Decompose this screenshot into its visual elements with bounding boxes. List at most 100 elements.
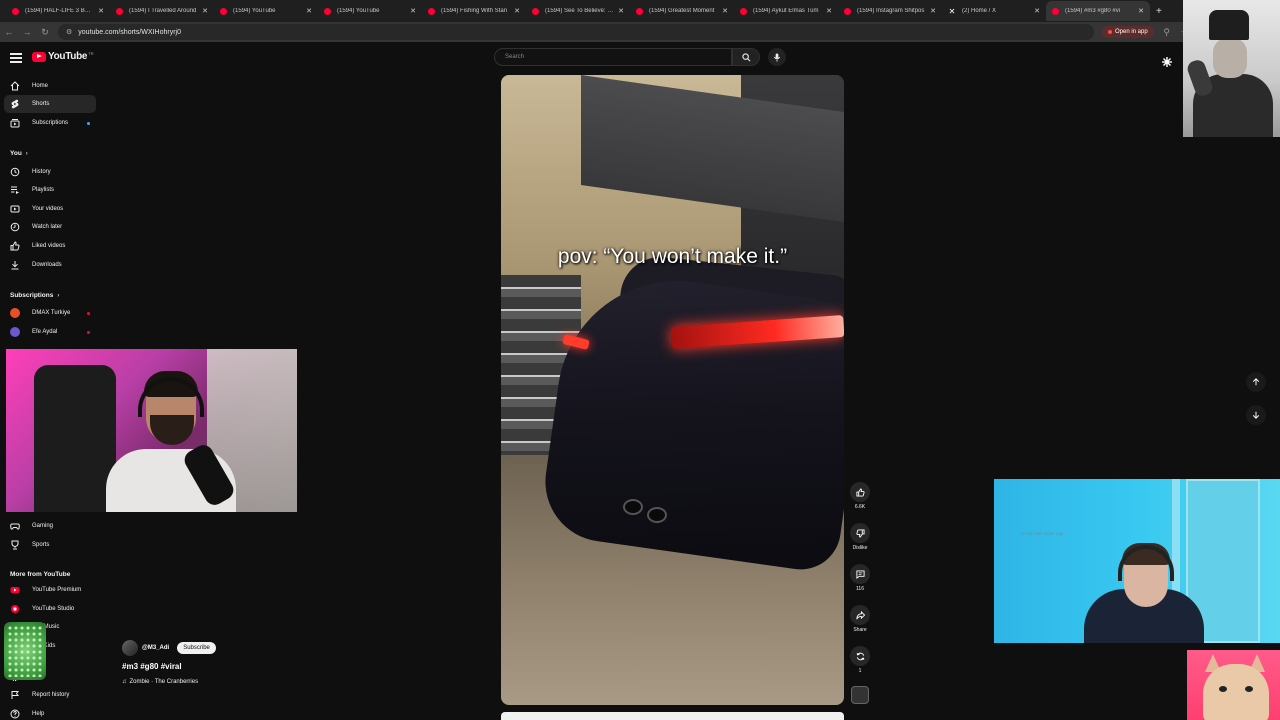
search-button[interactable]: [732, 48, 760, 66]
sidebar-item-help[interactable]: Help: [4, 705, 96, 720]
sidebar-item-youtube-premium[interactable]: YouTube Premium: [4, 581, 96, 599]
open-in-app-button[interactable]: Open in app: [1102, 26, 1154, 38]
close-tab-icon[interactable]: ✕: [1034, 7, 1040, 15]
address-bar[interactable]: ⚙ youtube.com/shorts/WXIHohryrj0: [58, 24, 1094, 40]
search-tab-icon[interactable]: ⚲: [1158, 27, 1176, 38]
browser-tab[interactable]: (1594) See To Believe: De ✕: [526, 1, 630, 21]
browser-tab-label: (1594) YouTube: [337, 8, 380, 14]
sidebar-item-label: Home: [32, 83, 49, 89]
close-tab-icon[interactable]: ✕: [98, 7, 104, 15]
sidebar-item-label: Sports: [32, 542, 50, 548]
browser-tab-label: (1594) I Travelled Around: [129, 8, 197, 14]
sidebar-item-youtube-studio[interactable]: YouTube Studio: [4, 600, 96, 618]
sidebar-channel-dmax[interactable]: DMAX Turkiye: [4, 304, 96, 322]
browser-tab[interactable]: ✕ (2) Home / X ✕: [942, 1, 1046, 21]
close-tab-icon[interactable]: ✕: [930, 7, 936, 15]
close-tab-icon[interactable]: ✕: [202, 7, 208, 15]
youtube-header: YouTube TR Search: [0, 42, 1280, 74]
sidebar-item-shorts[interactable]: Shorts: [4, 95, 96, 113]
voice-search-button[interactable]: [768, 48, 786, 66]
subscriptions-heading-text: Subscriptions: [10, 292, 54, 299]
search-input[interactable]: Search: [494, 48, 732, 66]
next-short-button[interactable]: [1246, 405, 1266, 425]
browser-tab[interactable]: (1594) #m3 #g80 #vi ✕: [1046, 1, 1150, 21]
comments-button[interactable]: 116: [848, 564, 872, 592]
sidebar-item-report-history[interactable]: Report history: [4, 686, 96, 704]
close-tab-icon[interactable]: ✕: [722, 7, 728, 15]
dislike-label: Dislike: [852, 545, 868, 551]
close-tab-icon[interactable]: ✕: [410, 7, 416, 15]
browser-tab[interactable]: (1594) HALF-LIFE 3 BU Ç ✕: [6, 1, 110, 21]
channel-handle[interactable]: @M3_Adi: [142, 645, 169, 651]
new-tab-icon[interactable]: +: [1156, 6, 1162, 17]
sidebar-you-heading[interactable]: You ›: [10, 150, 28, 157]
remix-button[interactable]: 1: [848, 646, 872, 674]
sidebar-item-home[interactable]: Home: [4, 77, 96, 95]
short-title[interactable]: #m3 #g80 #viral: [122, 662, 216, 671]
sidebar-item-liked-videos[interactable]: Liked videos: [4, 237, 96, 255]
close-tab-icon[interactable]: ✕: [514, 7, 520, 15]
share-button[interactable]: Share: [848, 605, 872, 633]
close-tab-icon[interactable]: ✕: [826, 7, 832, 15]
forward-icon[interactable]: →: [18, 27, 36, 37]
youtube-logo[interactable]: YouTube TR: [32, 51, 94, 62]
close-tab-icon[interactable]: ✕: [1138, 7, 1144, 15]
close-tab-icon[interactable]: ✕: [306, 7, 312, 15]
sidebar-item-downloads[interactable]: Downloads: [4, 256, 96, 274]
sidebar-item-your-videos[interactable]: Your videos: [4, 200, 96, 218]
sidebar-item-history[interactable]: History: [4, 163, 96, 181]
browser-tab[interactable]: (1594) Fishing With Stan ✕: [422, 1, 526, 21]
chevron-right-icon: ›: [25, 150, 28, 157]
browser-tab-label: (1594) Greatest Moment: [649, 8, 715, 14]
short-channel-info: @M3_Adi Subscribe #m3 #g80 #viral ♫ Zomb…: [122, 640, 216, 685]
previous-short-button[interactable]: [1246, 372, 1266, 392]
subscribe-button[interactable]: Subscribe: [177, 642, 216, 654]
youtube-favicon-icon: [116, 7, 123, 15]
browser-tab[interactable]: (1594) Aykut Elmas Tüm ✕: [734, 1, 838, 21]
browser-tab-label: (1594) See To Believe: De: [545, 8, 615, 14]
browser-tab[interactable]: (1594) YouTube ✕: [214, 1, 318, 21]
logo-country: TR: [88, 51, 94, 56]
browser-tab[interactable]: (1594) Greatest Moment ✕: [630, 1, 734, 21]
sidebar-item-watch-later[interactable]: Watch later: [4, 218, 96, 236]
browser-tab-label: (2) Home / X: [962, 8, 997, 14]
browser-tab[interactable]: (1594) Instagram Shitpos ✕: [838, 1, 942, 21]
close-tab-icon[interactable]: ✕: [618, 7, 624, 15]
browser-tab[interactable]: (1594) YouTube ✕: [318, 1, 422, 21]
sidebar-item-gaming[interactable]: Gaming: [4, 517, 96, 535]
watch-later-icon: [10, 222, 20, 232]
channel-avatar[interactable]: [122, 640, 138, 656]
browser-tab-label: (1594) Instagram Shitpos: [857, 8, 925, 14]
sidebar-item-subscriptions[interactable]: Subscriptions: [4, 114, 96, 132]
youtube-favicon-icon: [428, 7, 435, 15]
help-icon: [10, 709, 20, 719]
chevron-right-icon: ›: [57, 292, 60, 299]
mic-icon: [773, 52, 781, 62]
sidebar-subscriptions-heading[interactable]: Subscriptions ›: [10, 292, 59, 299]
reload-icon[interactable]: ↻: [36, 27, 54, 38]
video-progress-bar[interactable]: [501, 712, 844, 720]
browser-toolbar: ← → ↻ ⚙ youtube.com/shorts/WXIHohryrj0 O…: [0, 22, 1280, 42]
remix-count: 1: [858, 668, 862, 674]
logo-text: YouTube: [48, 51, 88, 62]
browser-tab[interactable]: (1594) I Travelled Around ✕: [110, 1, 214, 21]
comments-count: 116: [856, 586, 864, 592]
sidebar-item-sports[interactable]: Sports: [4, 536, 96, 554]
dislike-button[interactable]: Dislike: [848, 523, 872, 551]
x-logo-icon: ✕: [948, 6, 956, 16]
like-button[interactable]: 6.6K: [848, 482, 872, 510]
site-info-icon[interactable]: ⚙: [66, 28, 72, 36]
create-icon[interactable]: [1162, 54, 1172, 72]
live-indicator-icon: [87, 311, 90, 315]
youtube-favicon-icon: [532, 7, 539, 15]
short-video-player[interactable]: pov: “You won’t make it.”: [501, 75, 844, 705]
sidebar-item-playlists[interactable]: Playlists: [4, 181, 96, 199]
new-content-dot: [87, 121, 90, 125]
sound-thumbnail[interactable]: [851, 686, 869, 704]
short-sound-link[interactable]: ♫ Zombie · The Cranberries: [122, 679, 216, 685]
back-icon[interactable]: ←: [0, 27, 18, 37]
open-in-app-label: Open in app: [1115, 29, 1148, 35]
menu-icon[interactable]: [10, 53, 22, 65]
sidebar-channel-efe-aydal[interactable]: Efe Aydal: [4, 323, 96, 341]
like-icon: [855, 487, 865, 497]
